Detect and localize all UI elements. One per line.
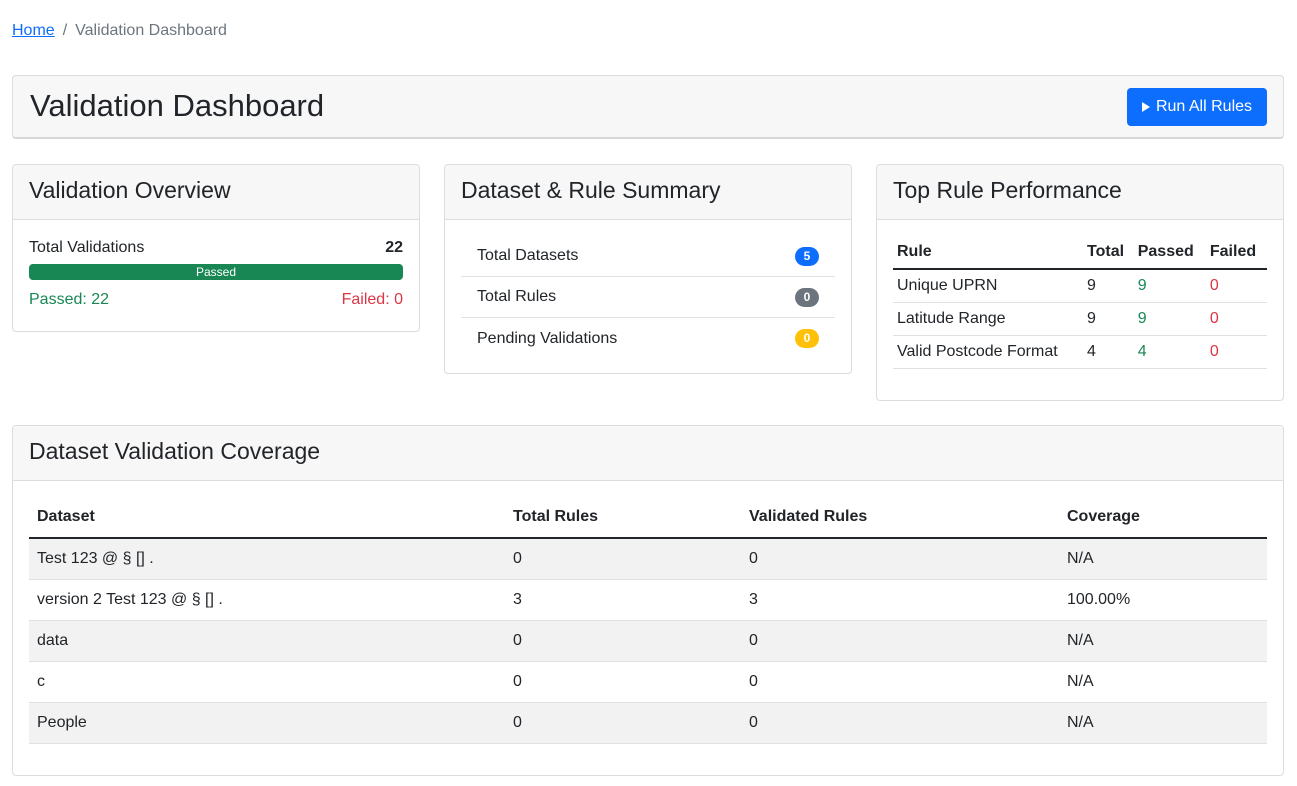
coverage-card: Dataset Validation Coverage Dataset Tota… [12, 425, 1284, 776]
summary-item-label: Total Rules [477, 288, 557, 305]
breadcrumb: Home / Validation Dashboard [12, 21, 227, 41]
run-all-rules-button[interactable]: Run All Rules [1127, 88, 1267, 126]
dataset-total-rules: 0 [505, 538, 741, 580]
table-row: Test 123 @ § [] . 0 0 N/A [29, 538, 1267, 580]
total-validations-value: 22 [385, 239, 403, 256]
coverage-title: Dataset Validation Coverage [29, 438, 321, 464]
summary-item-label: Total Datasets [477, 247, 579, 264]
dataset-validated-rules: 0 [741, 702, 1059, 744]
rule-failed: 0 [1205, 269, 1267, 303]
rule-passed: 4 [1133, 335, 1206, 369]
table-header-row: Dataset Total Rules Validated Rules Cove… [29, 497, 1267, 539]
breadcrumb-current: Validation Dashboard [75, 22, 227, 39]
column-header: Passed [1133, 235, 1206, 270]
summary-header: Dataset & Rule Summary [445, 165, 851, 220]
dataset-name: Test 123 @ § [] . [29, 538, 505, 580]
column-header: Total [1083, 235, 1134, 270]
dataset-name: People [29, 702, 505, 744]
validation-overview-card: Validation Overview Total Validations 22… [12, 164, 420, 332]
dataset-validated-rules: 0 [741, 538, 1059, 580]
dataset-total-rules: 0 [505, 620, 741, 662]
table-row: People 0 0 N/A [29, 702, 1267, 744]
count-badge: 0 [795, 329, 819, 348]
page-title: Validation Dashboard [30, 88, 325, 123]
rule-passed: 9 [1133, 269, 1206, 303]
dataset-validated-rules: 3 [741, 579, 1059, 621]
column-header: Failed [1205, 235, 1267, 270]
rule-total: 9 [1083, 302, 1134, 336]
page-header: Validation Dashboard Run All Rules [12, 75, 1284, 139]
summary-list: Total Datasets 5 Total Rules 0 Pending V… [445, 220, 851, 359]
rule-name: Valid Postcode Format [893, 335, 1084, 369]
total-validations-label: Total Validations [29, 239, 145, 256]
validation-progress-bar: Passed [29, 264, 403, 280]
dataset-validated-rules: 0 [741, 620, 1059, 662]
dataset-coverage: N/A [1059, 620, 1267, 662]
dataset-name: c [29, 661, 505, 703]
list-item: Total Rules 0 [461, 277, 835, 318]
dataset-validated-rules: 0 [741, 661, 1059, 703]
column-header: Rule [893, 235, 1084, 270]
dataset-total-rules: 0 [505, 661, 741, 703]
validation-progress: Passed [29, 264, 403, 280]
validation-legend: Passed: 22 Failed: 0 [13, 289, 419, 311]
column-header: Total Rules [505, 497, 741, 539]
dataset-name: version 2 Test 123 @ § [] . [29, 579, 505, 621]
summary-card: Dataset & Rule Summary Total Datasets 5 … [444, 164, 852, 374]
list-item: Total Datasets 5 [461, 236, 835, 277]
dataset-coverage: N/A [1059, 702, 1267, 744]
table-header-row: Rule Total Passed Failed [893, 235, 1267, 270]
dataset-total-rules: 0 [505, 702, 741, 744]
validation-overview-header: Validation Overview [13, 165, 419, 220]
passed-count: Passed: 22 [29, 291, 110, 308]
count-badge: 0 [795, 287, 819, 307]
column-header: Coverage [1059, 497, 1267, 539]
rule-total: 9 [1083, 269, 1134, 303]
table-row: version 2 Test 123 @ § [] . 3 3 100.00% [29, 579, 1267, 621]
rule-name: Unique UPRN [893, 269, 1084, 303]
rule-performance-card: Top Rule Performance Rule Total Passed F… [876, 164, 1284, 401]
dataset-coverage: 100.00% [1059, 579, 1267, 621]
rule-name: Latitude Range [893, 302, 1084, 336]
coverage-header: Dataset Validation Coverage [13, 426, 1283, 481]
total-validations-row: Total Validations 22 [13, 237, 419, 259]
rule-total: 4 [1083, 335, 1134, 369]
breadcrumb-separator: / [62, 22, 68, 39]
coverage-table: Dataset Total Rules Validated Rules Cove… [29, 497, 1267, 744]
count-badge: 5 [795, 246, 819, 266]
table-row: Latitude Range 9 9 0 [893, 302, 1267, 336]
rule-performance-table: Rule Total Passed Failed Unique UPRN 9 9… [893, 235, 1267, 369]
dataset-coverage: N/A [1059, 661, 1267, 703]
play-icon [1141, 102, 1150, 112]
table-row: data 0 0 N/A [29, 620, 1267, 662]
summary-title: Dataset & Rule Summary [461, 177, 721, 203]
failed-count: Failed: 0 [341, 291, 403, 308]
list-item: Pending Validations 0 [461, 318, 835, 359]
dataset-total-rules: 3 [505, 579, 741, 621]
validation-overview-title: Validation Overview [29, 177, 231, 203]
table-row: Valid Postcode Format 4 4 0 [893, 335, 1267, 369]
breadcrumb-home-link[interactable]: Home [12, 22, 55, 39]
column-header: Dataset [29, 497, 505, 539]
rule-passed: 9 [1133, 302, 1206, 336]
summary-item-label: Pending Validations [477, 329, 618, 347]
run-all-rules-label: Run All Rules [1155, 98, 1253, 115]
column-header: Validated Rules [741, 497, 1059, 539]
dataset-name: data [29, 620, 505, 662]
dataset-coverage: N/A [1059, 538, 1267, 580]
rule-failed: 0 [1205, 302, 1267, 336]
table-row: Unique UPRN 9 9 0 [893, 269, 1267, 303]
rule-performance-title: Top Rule Performance [893, 177, 1122, 203]
rule-failed: 0 [1205, 335, 1267, 369]
table-row: c 0 0 N/A [29, 661, 1267, 703]
rule-performance-header: Top Rule Performance [877, 165, 1283, 220]
